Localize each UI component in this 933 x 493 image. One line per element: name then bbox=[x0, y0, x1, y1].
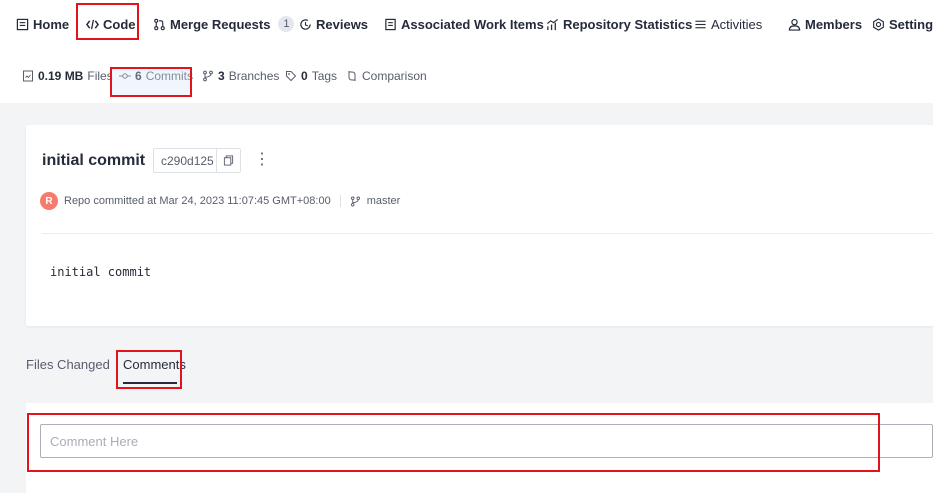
nav-settings-label: Settings bbox=[889, 16, 933, 32]
more-actions-icon[interactable]: ⋮ bbox=[254, 150, 270, 170]
commit-detail-card: initial commit c290d125 ⋮ R Repo committ… bbox=[26, 125, 933, 326]
subnav-comparison[interactable]: Comparison bbox=[346, 68, 427, 84]
subnav-files[interactable]: 0.19 MB Files bbox=[22, 68, 113, 84]
members-icon bbox=[788, 18, 801, 31]
nav-home[interactable]: Home bbox=[16, 0, 69, 48]
comparison-label: Comparison bbox=[362, 69, 427, 83]
tab-comments[interactable]: Comments bbox=[123, 357, 186, 372]
commit-title: initial commit bbox=[42, 152, 146, 169]
commit-meta-text: Repo committed at Mar 24, 2023 11:07:45 … bbox=[64, 195, 331, 207]
subnav-commits[interactable]: 6 Commits bbox=[119, 68, 193, 84]
nav-activities-label: Activities bbox=[711, 16, 763, 32]
nav-members-label: Members bbox=[805, 16, 863, 32]
branch-icon bbox=[350, 196, 360, 206]
activities-icon bbox=[695, 20, 706, 28]
tag-icon bbox=[286, 71, 297, 82]
nav-code[interactable]: Code bbox=[86, 0, 136, 48]
commits-label: Commits bbox=[145, 69, 194, 83]
comparison-icon bbox=[348, 71, 356, 81]
nav-reviews[interactable]: Reviews bbox=[299, 0, 368, 48]
repo-top-nav: Home Code Merge Requests 1 Reviews Assoc… bbox=[0, 0, 933, 48]
subnav-branches[interactable]: 3 Branches bbox=[202, 68, 279, 84]
code-icon bbox=[86, 19, 99, 29]
commits-count: 6 bbox=[135, 69, 142, 83]
branch-icon bbox=[203, 70, 213, 82]
commit-message: initial commit bbox=[50, 265, 152, 279]
nav-members[interactable]: Members bbox=[788, 0, 862, 48]
work-items-icon bbox=[385, 18, 396, 30]
files-label: Files bbox=[87, 69, 113, 83]
commit-hash-box: c290d125 bbox=[153, 148, 241, 173]
copy-hash-button[interactable] bbox=[217, 155, 240, 166]
home-icon bbox=[16, 18, 29, 30]
merge-icon bbox=[154, 18, 165, 30]
author-avatar[interactable]: R bbox=[40, 192, 58, 210]
active-tab-underline bbox=[123, 382, 177, 384]
tags-label: Tags bbox=[311, 69, 338, 83]
branches-label: Branches bbox=[228, 69, 280, 83]
copy-icon bbox=[223, 155, 234, 166]
commit-icon bbox=[119, 73, 131, 79]
commit-hash[interactable]: c290d125 bbox=[154, 154, 216, 168]
nav-repository-statistics-label: Repository Statistics bbox=[563, 16, 693, 32]
card-divider bbox=[42, 233, 933, 234]
nav-settings[interactable]: Settings bbox=[872, 0, 933, 48]
nav-merge-requests[interactable]: Merge Requests 1 bbox=[153, 0, 295, 48]
commit-tabs: Files Changed Comments bbox=[0, 345, 933, 390]
nav-associated-work-items-label: Associated Work Items bbox=[401, 16, 544, 32]
merge-requests-count-badge: 1 bbox=[278, 16, 295, 32]
branches-count: 3 bbox=[218, 69, 225, 83]
tags-count: 0 bbox=[301, 69, 308, 83]
tab-files-changed[interactable]: Files Changed bbox=[26, 357, 110, 372]
meta-divider bbox=[339, 195, 341, 207]
settings-icon bbox=[873, 17, 884, 31]
comment-input[interactable] bbox=[40, 424, 933, 458]
reviews-icon bbox=[300, 18, 311, 30]
nav-activities[interactable]: Activities bbox=[694, 0, 762, 48]
nav-merge-requests-label: Merge Requests bbox=[170, 16, 271, 32]
nav-reviews-label: Reviews bbox=[316, 16, 369, 32]
commit-branch-link[interactable]: master bbox=[367, 195, 401, 207]
subnav-tags[interactable]: 0 Tags bbox=[285, 68, 337, 84]
repo-sub-nav: 0.19 MB Files 6 Commits 3 Branches 0 Tag… bbox=[0, 48, 933, 103]
statistics-icon bbox=[547, 18, 558, 30]
nav-code-label: Code bbox=[103, 16, 136, 32]
commit-meta-row: R Repo committed at Mar 24, 2023 11:07:4… bbox=[40, 192, 400, 210]
file-icon bbox=[23, 70, 33, 82]
nav-repository-statistics[interactable]: Repository Statistics bbox=[546, 0, 692, 48]
nav-home-label: Home bbox=[33, 16, 70, 32]
nav-associated-work-items[interactable]: Associated Work Items bbox=[384, 0, 544, 48]
files-size: 0.19 MB bbox=[38, 69, 84, 83]
